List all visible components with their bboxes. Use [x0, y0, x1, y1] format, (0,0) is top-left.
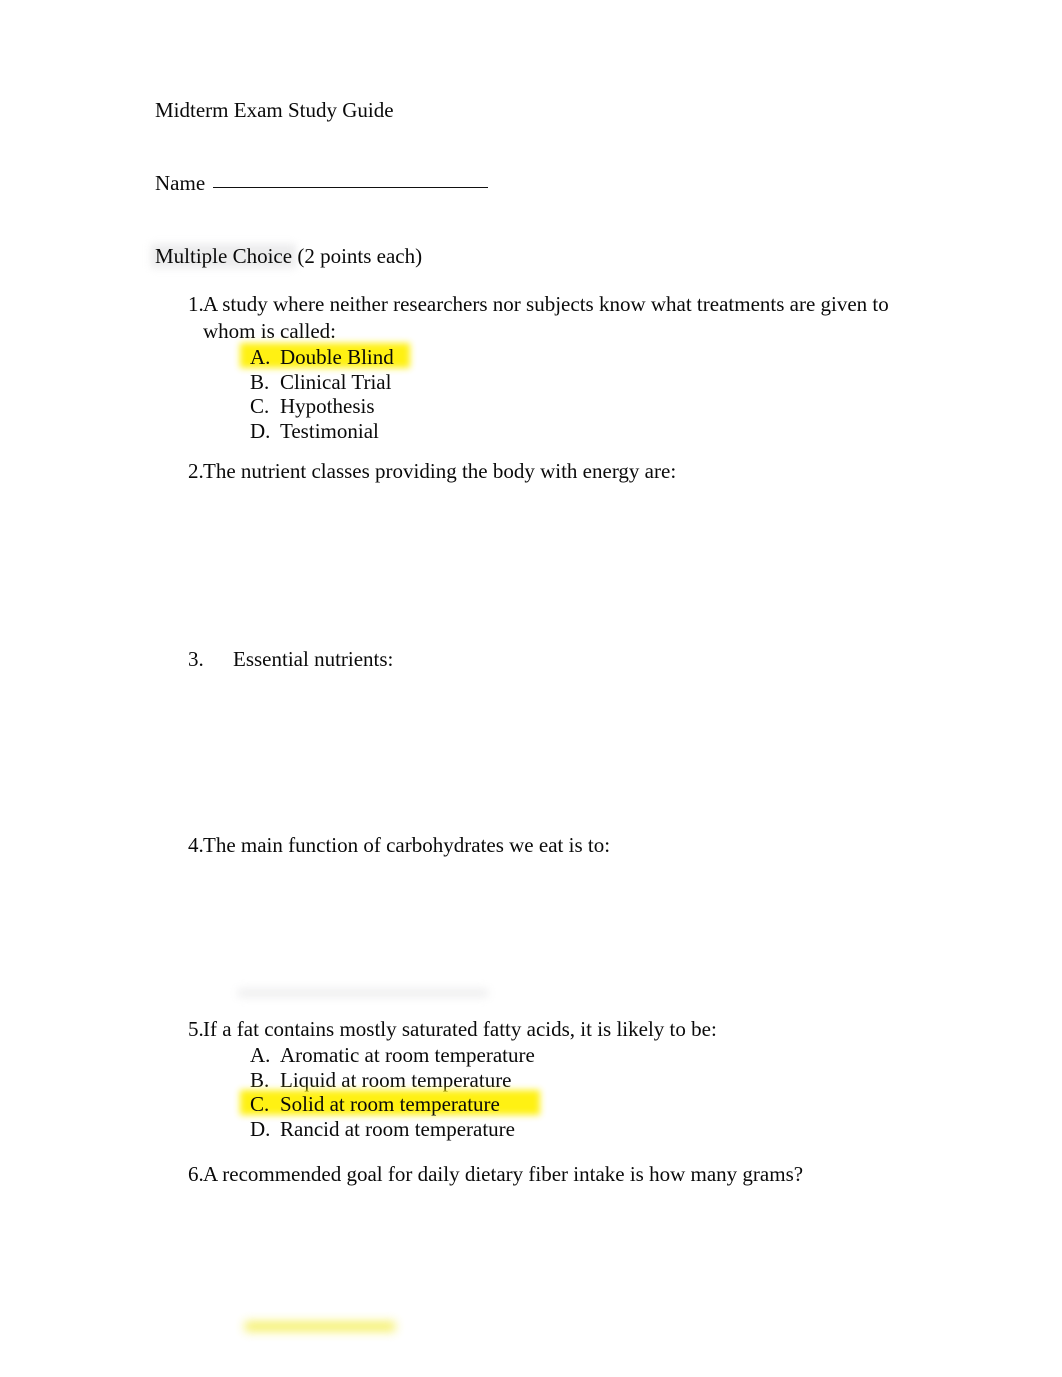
- question-5-option-b-text: Liquid at room temperature: [280, 1067, 512, 1092]
- question-6-answer-space[interactable]: [155, 1188, 915, 1338]
- question-1-option-d-text: Testimonial: [280, 418, 379, 443]
- question-4-text: The main function of carbohydrates we ea…: [203, 833, 611, 857]
- question-1-text: A study where neither researchers nor su…: [203, 292, 889, 343]
- page-title-text: Midterm Exam Study Guide: [155, 98, 394, 122]
- question-1-option-a-text: Double Blind: [280, 345, 394, 369]
- question-5-number: 5.: [188, 1017, 204, 1041]
- question-6: 6. A recommended goal for daily dietary …: [155, 1161, 915, 1338]
- question-2-number: 2.: [188, 459, 204, 483]
- question-4-row: 4. The main function of carbohydrates we…: [155, 832, 915, 859]
- question-1-option-a-letter: A.: [250, 345, 271, 369]
- question-5-option-a-text: Aromatic at room temperature: [280, 1043, 535, 1067]
- name-input-rule[interactable]: [213, 187, 489, 188]
- question-5-option-a[interactable]: A. Aromatic at room temperature: [250, 1043, 915, 1068]
- question-1-option-b-letter: B.: [250, 369, 270, 394]
- question-1-option-c-letter: C.: [250, 394, 270, 418]
- question-4-answer-space[interactable]: [155, 859, 915, 1024]
- question-5-option-b[interactable]: B. Liquid at room temperature: [250, 1068, 915, 1093]
- question-5: 5. If a fat contains mostly saturated fa…: [155, 1016, 915, 1141]
- question-2-text: The nutrient classes providing the body …: [203, 459, 677, 483]
- question-5-row: 5. If a fat contains mostly saturated fa…: [155, 1016, 915, 1043]
- question-6-number: 6.: [188, 1162, 204, 1186]
- question-6-row: 6. A recommended goal for daily dietary …: [155, 1161, 915, 1188]
- question-5-option-d-text: Rancid at room temperature: [280, 1116, 515, 1141]
- question-1-option-b-text: Clinical Trial: [280, 369, 392, 394]
- question-5-option-c-text: Solid at room temperature: [280, 1092, 500, 1116]
- name-label: Name: [155, 171, 206, 195]
- question-1-option-d-letter: D.: [250, 418, 271, 443]
- question-5-option-a-letter: A.: [250, 1043, 271, 1067]
- question-3: 3. Essential nutrients:: [155, 646, 915, 833]
- question-4-number: 4.: [188, 833, 204, 857]
- question-5-text: If a fat contains mostly saturated fatty…: [203, 1017, 717, 1041]
- question-3-answer-space[interactable]: [155, 673, 915, 833]
- question-1-number: 1.: [188, 292, 204, 316]
- question-2-row: 2. The nutrient classes providing the bo…: [155, 458, 915, 485]
- page-title: Midterm Exam Study Guide: [155, 97, 394, 123]
- document-page: Midterm Exam Study Guide Name Multiple C…: [0, 0, 1062, 1377]
- question-2: 2. The nutrient classes providing the bo…: [155, 458, 915, 655]
- question-1: 1. A study where neither researchers nor…: [155, 291, 915, 443]
- question-1-option-d[interactable]: D. Testimonial: [250, 419, 915, 444]
- section-points-text: (2 points each): [297, 244, 423, 268]
- question-1-option-c-text: Hypothesis: [280, 394, 375, 418]
- question-5-option-c[interactable]: C. Solid at room temperature: [250, 1092, 915, 1117]
- question-1-row: 1. A study where neither researchers nor…: [155, 291, 915, 345]
- question-2-answer-space[interactable]: [155, 485, 915, 655]
- question-1-option-a[interactable]: A. Double Blind: [250, 345, 915, 370]
- name-field-line: Name: [155, 170, 489, 196]
- question-6-text: A recommended goal for daily dietary fib…: [203, 1162, 804, 1186]
- question-5-option-d[interactable]: D. Rancid at room temperature: [250, 1117, 915, 1142]
- section-heading-text: Multiple Choice: [155, 244, 293, 268]
- question-1-option-b[interactable]: B. Clinical Trial: [250, 370, 915, 395]
- section-heading: Multiple Choice (2 points each): [155, 243, 422, 269]
- question-1-option-c[interactable]: C. Hypothesis: [250, 394, 915, 419]
- question-5-option-d-letter: D.: [250, 1116, 271, 1141]
- question-5-option-c-letter: C.: [250, 1092, 270, 1116]
- question-3-row: 3. Essential nutrients:: [155, 646, 915, 673]
- question-5-options: A. Aromatic at room temperature B. Liqui…: [250, 1043, 915, 1141]
- question-3-text: Essential nutrients:: [233, 647, 394, 671]
- question-4: 4. The main function of carbohydrates we…: [155, 832, 915, 1024]
- question-5-option-b-letter: B.: [250, 1067, 270, 1092]
- question-1-options: A. Double Blind B. Clinical Trial C. Hyp…: [250, 345, 915, 443]
- question-3-number: 3.: [188, 647, 204, 671]
